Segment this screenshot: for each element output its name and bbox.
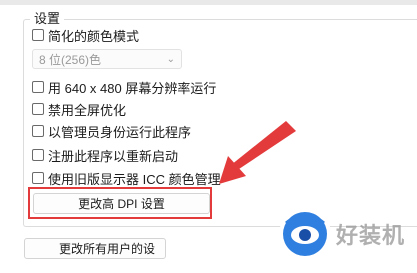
- eye-logo-icon: [279, 208, 331, 260]
- watermark: 好装机: [276, 205, 405, 263]
- watermark-text: 好装机: [336, 224, 406, 249]
